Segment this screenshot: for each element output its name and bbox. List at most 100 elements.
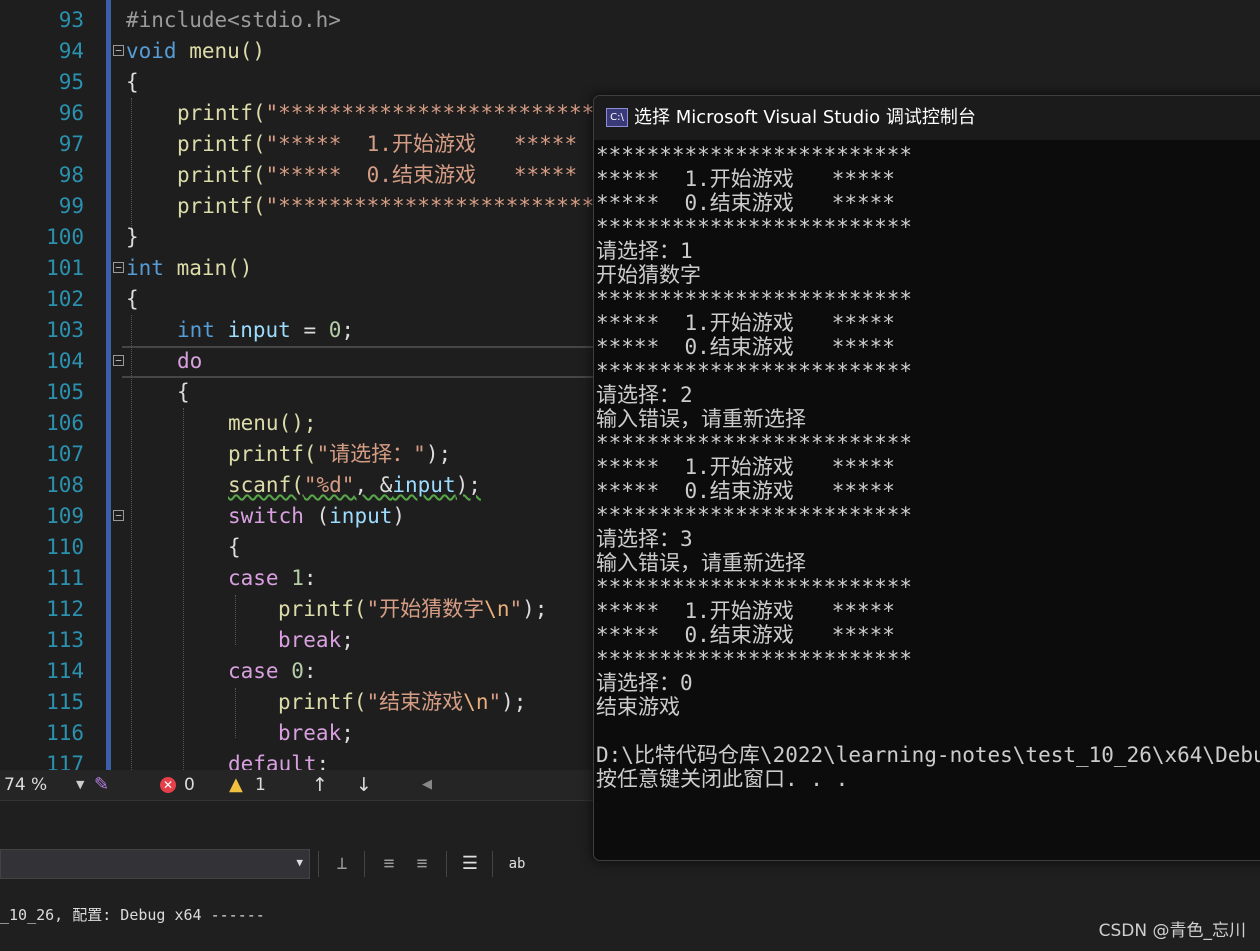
scroll-left-icon[interactable]: ◀ <box>422 770 432 800</box>
clear-all-icon[interactable]: ☰ <box>457 851 483 877</box>
keyword: int <box>126 256 164 280</box>
error-icon[interactable]: ✕ <box>160 777 176 793</box>
code-text: } <box>126 225 139 249</box>
console-line: ************************* <box>596 215 913 239</box>
debug-console-window[interactable]: C:\ 选择 Microsoft Visual Studio 调试控制台 ***… <box>593 95 1260 861</box>
console-line: 开始猜数字 <box>596 263 701 287</box>
keyword: case <box>228 659 279 683</box>
toolbar-separator <box>492 851 493 877</box>
code-text: { <box>126 70 139 94</box>
line-number: 99 <box>58 194 84 218</box>
console-titlebar[interactable]: C:\ 选择 Microsoft Visual Studio 调试控制台 <box>594 96 1260 140</box>
line-number: 102 <box>46 287 84 311</box>
string-literal: "%d" <box>303 473 355 497</box>
line-number: 110 <box>46 535 84 559</box>
string-literal: "开始猜数字 <box>366 597 485 621</box>
keyword: break <box>278 628 342 652</box>
line-number: 107 <box>46 442 84 466</box>
function-name: printf( <box>278 690 367 714</box>
line-number: 100 <box>46 225 84 249</box>
line-number: 111 <box>46 566 84 590</box>
keyword: default <box>228 752 317 770</box>
keyword: int <box>177 318 215 342</box>
escape-sequence: \n <box>484 597 510 621</box>
keyword: switch <box>228 504 304 528</box>
brush-icon[interactable]: ✎ <box>94 770 109 800</box>
function-name: printf( <box>177 132 266 156</box>
console-line: ************************* <box>596 359 913 383</box>
code-text: { <box>228 535 241 559</box>
code-line[interactable]: 94 − void menu() <box>0 36 1260 67</box>
punctuation: ); <box>425 442 452 466</box>
string-literal: " <box>509 597 523 621</box>
error-count[interactable]: 0 <box>184 770 195 800</box>
console-line: 输入错误，请重新选择 <box>596 551 806 575</box>
code-line[interactable]: 93 #include<stdio.h> <box>0 5 1260 36</box>
line-number: 117 <box>46 752 84 770</box>
fold-toggle-icon[interactable]: − <box>113 45 124 56</box>
line-number: 112 <box>46 597 84 621</box>
string-literal: "************************* <box>265 194 595 218</box>
warning-count[interactable]: 1 <box>255 770 266 800</box>
punctuation: ); <box>455 473 481 497</box>
find-message-icon[interactable]: ⊥ <box>329 851 355 877</box>
line-number: 93 <box>58 8 84 32</box>
console-line: ***** 0.结束游戏 ***** <box>596 623 895 647</box>
keyword: case <box>228 566 279 590</box>
line-number: 106 <box>46 411 84 435</box>
previous-message-icon[interactable]: ≡ <box>376 851 402 877</box>
code-text: #include<stdio.h> <box>126 8 341 32</box>
function-name: printf( <box>177 163 266 187</box>
punctuation: ; <box>341 318 355 342</box>
punctuation: ( <box>303 504 330 528</box>
dropdown-chevron-icon[interactable]: ▼ <box>76 770 84 800</box>
console-app-icon: C:\ <box>606 108 628 127</box>
console-line: 请选择：1 <box>596 239 693 263</box>
variable: input <box>329 504 393 528</box>
line-number: 95 <box>58 70 84 94</box>
fold-toggle-icon[interactable]: − <box>113 262 124 273</box>
next-message-icon[interactable]: ≡ <box>409 851 435 877</box>
function-name: menu() <box>176 39 266 63</box>
line-number: 105 <box>46 380 84 404</box>
down-arrow-icon[interactable]: ↓ <box>356 770 372 800</box>
punctuation: ; <box>341 628 354 652</box>
console-line: ***** 1.开始游戏 ***** <box>596 311 895 335</box>
word-wrap-icon[interactable]: ab <box>504 851 530 877</box>
variable: input <box>392 473 456 497</box>
console-line: ***** 0.结束游戏 ***** <box>596 479 895 503</box>
code-line[interactable]: 95 { <box>0 67 1260 98</box>
function-name: printf( <box>228 442 317 466</box>
up-arrow-icon[interactable]: ↑ <box>312 770 328 800</box>
console-line: ************************* <box>596 287 913 311</box>
fold-toggle-icon[interactable]: − <box>113 510 124 521</box>
line-number: 94 <box>58 39 84 63</box>
fold-toggle-icon[interactable]: − <box>113 355 124 366</box>
number-literal: 0 <box>278 659 304 683</box>
punctuation: , & <box>354 473 393 497</box>
punctuation: : <box>303 659 317 683</box>
function-name: printf( <box>177 101 266 125</box>
number-literal: 0 <box>328 318 342 342</box>
string-literal: "结束游戏 <box>366 690 464 714</box>
console-line: ***** 1.开始游戏 ***** <box>596 455 895 479</box>
line-number: 98 <box>58 163 84 187</box>
console-line: 输入错误，请重新选择 <box>596 407 806 431</box>
string-literal: "***** 0.结束游戏 ***** <box>265 163 578 187</box>
code-text: { <box>177 380 190 404</box>
number-literal: 1 <box>278 566 304 590</box>
console-line: 请选择：3 <box>596 527 693 551</box>
console-line: 请选择：0 <box>596 671 693 695</box>
console-line: ************************* <box>596 143 913 167</box>
line-number: 116 <box>46 721 84 745</box>
console-line: ***** 1.开始游戏 ***** <box>596 167 895 191</box>
zoom-level[interactable]: 74 % <box>4 770 47 800</box>
warning-icon[interactable]: ▲ <box>229 770 243 800</box>
dropdown-chevron-icon[interactable]: ▼ <box>296 856 303 869</box>
output-source-dropdown[interactable]: ▼ <box>0 849 310 879</box>
console-line: ***** 1.开始游戏 ***** <box>596 599 895 623</box>
toolbar-separator <box>318 851 319 877</box>
variable: input <box>214 318 291 342</box>
line-number: 113 <box>46 628 84 652</box>
line-number: 115 <box>46 690 84 714</box>
